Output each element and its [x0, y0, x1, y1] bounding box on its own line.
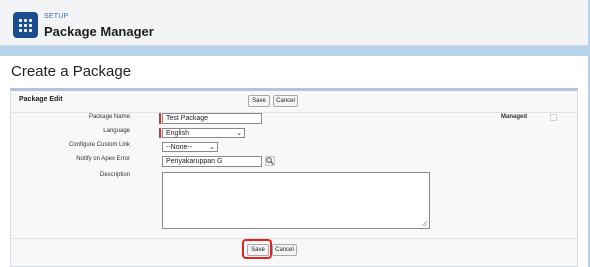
required-marker	[159, 128, 161, 138]
package-name-input[interactable]: Test Package	[162, 113, 262, 124]
section-title: Package Edit	[19, 96, 63, 103]
setup-header: SETUP Package Manager	[0, 0, 588, 46]
breadcrumb[interactable]: SETUP	[44, 13, 68, 20]
custom-link-select-value: --None--	[166, 144, 193, 151]
chevron-down-icon: ⌄	[236, 130, 242, 137]
bottom-cancel-button[interactable]: Cancel	[272, 244, 297, 256]
main-content: Create a Package Package Edit Save Cance…	[0, 56, 588, 267]
section-header: Package Edit Save Cancel	[11, 91, 577, 113]
custom-link-label: Configure Custom Link	[68, 142, 130, 148]
description-label: Description	[99, 172, 130, 178]
top-save-button[interactable]: Save	[248, 95, 270, 107]
notify-label: Notify on Apex Error	[76, 156, 130, 162]
custom-link-select[interactable]: --None-- ⌄	[162, 142, 218, 152]
description-textarea[interactable]	[162, 172, 430, 229]
package-name-label: Package Name	[88, 114, 130, 120]
managed-checkbox[interactable]	[550, 114, 557, 121]
grid-icon[interactable]	[13, 12, 38, 38]
save-highlight-annotation	[242, 239, 272, 259]
required-marker	[159, 113, 161, 124]
language-label: Language	[103, 128, 130, 134]
app-title: Package Manager	[44, 24, 154, 39]
chevron-down-icon: ⌄	[209, 144, 215, 151]
notify-input[interactable]: Periyakaruppan G	[162, 156, 262, 167]
divider	[11, 238, 577, 239]
top-cancel-button[interactable]: Cancel	[273, 95, 298, 107]
language-select-value: English	[166, 130, 189, 137]
resize-grip-icon[interactable]	[422, 221, 427, 226]
page-title: Create a Package	[11, 63, 132, 80]
language-select[interactable]: English ⌄	[162, 128, 245, 138]
managed-label: Managed	[501, 114, 528, 120]
lookup-icon[interactable]	[265, 156, 275, 166]
